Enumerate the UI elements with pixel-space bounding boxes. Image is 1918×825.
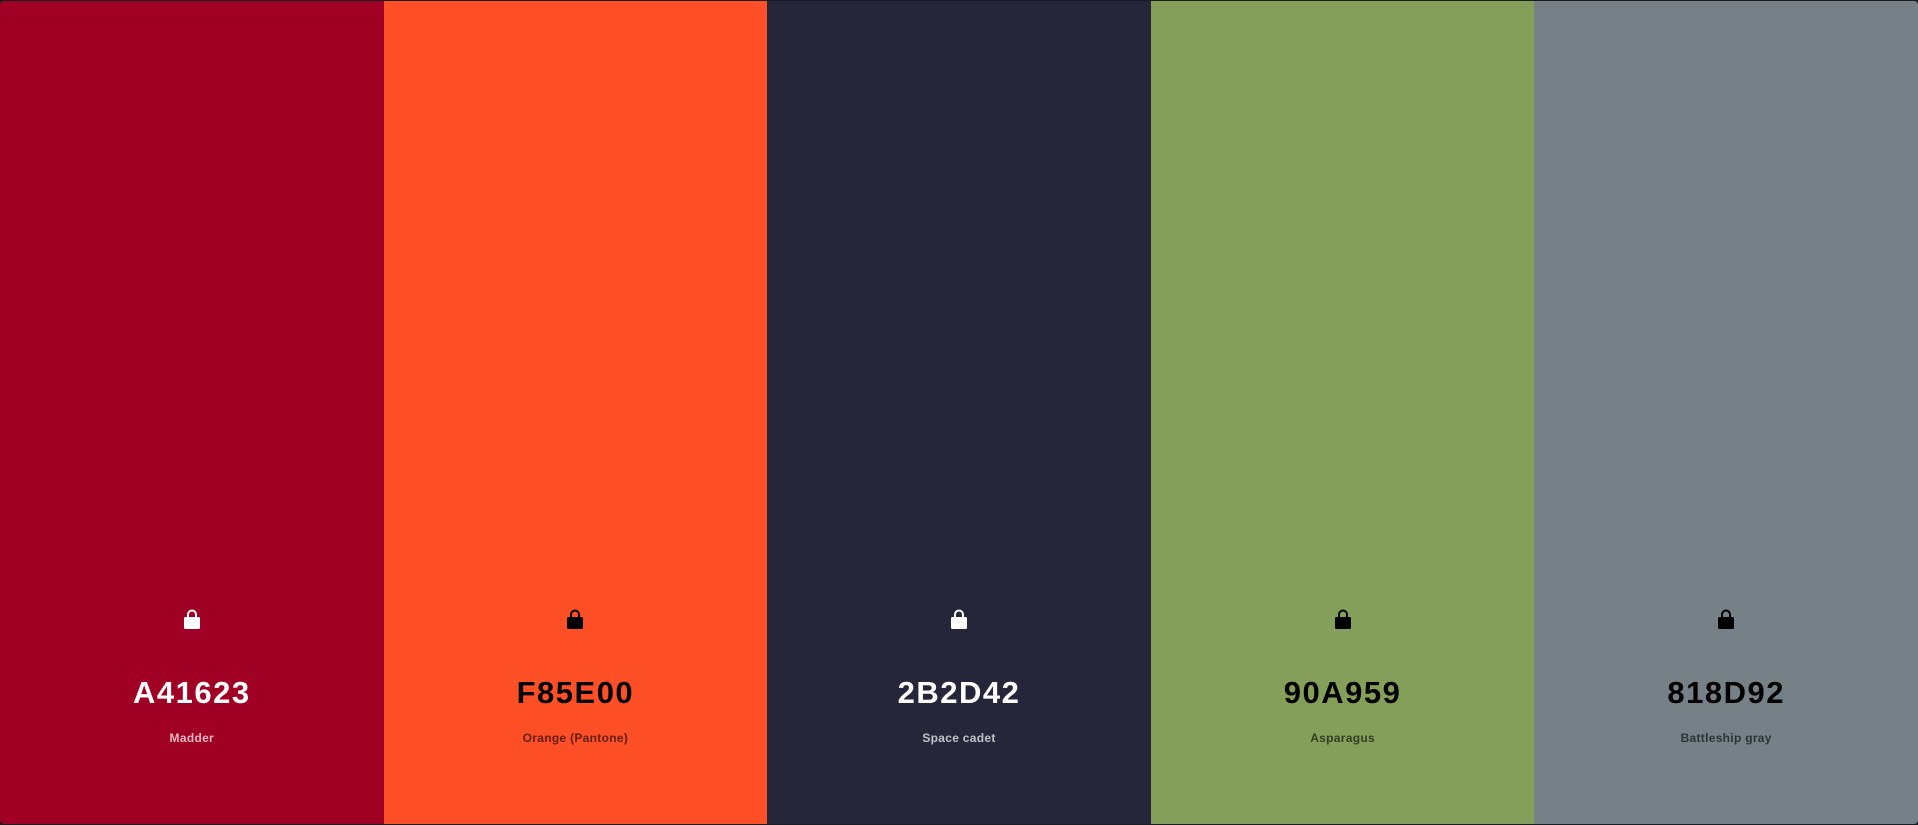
color-swatch-3[interactable]: 2B2D42 Space cadet [767, 1, 1151, 824]
lock-icon[interactable] [1330, 606, 1356, 632]
color-name: Orange (Pantone) [522, 731, 629, 745]
lock-icon[interactable] [562, 606, 588, 632]
color-name: Madder [169, 731, 215, 745]
color-palette: A41623 Madder F85E00 Orange (Pantone) 2B… [0, 1, 1918, 824]
color-swatch-4[interactable]: 90A959 Asparagus [1150, 1, 1535, 824]
lock-icon[interactable] [1713, 606, 1739, 632]
hex-code[interactable]: 818D92 [1534, 674, 1918, 712]
lock-icon[interactable] [179, 606, 205, 632]
lock-icon[interactable] [946, 606, 972, 632]
hex-code[interactable]: A41623 [0, 674, 384, 712]
color-name: Asparagus [1310, 731, 1375, 745]
color-swatch-2[interactable]: F85E00 Orange (Pantone) [383, 1, 768, 824]
hex-code[interactable]: 90A959 [1151, 674, 1535, 712]
color-swatch-1[interactable]: A41623 Madder [0, 1, 384, 824]
color-swatch-5[interactable]: 818D92 Battleship gray [1534, 1, 1918, 824]
hex-code[interactable]: F85E00 [384, 674, 768, 712]
color-name: Space cadet [922, 731, 996, 745]
hex-code[interactable]: 2B2D42 [767, 674, 1151, 712]
color-name: Battleship gray [1680, 731, 1772, 745]
